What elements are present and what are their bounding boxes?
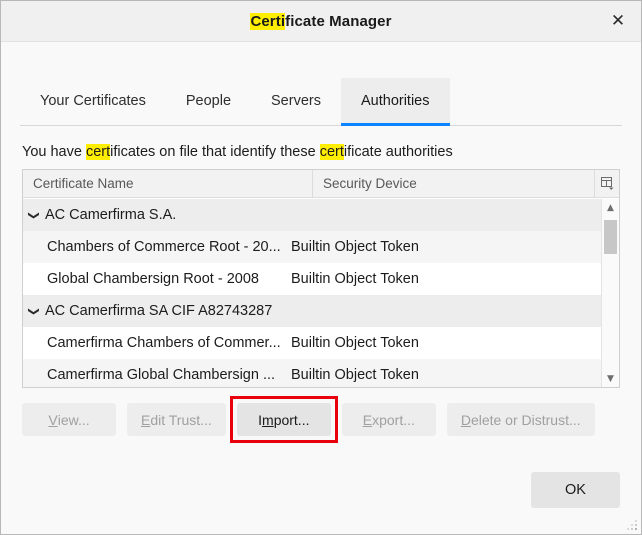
certificate-tree: Certificate Name Security Device ❯ AC Ca…	[22, 169, 620, 388]
cell-certificate-name: Global Chambersign Root - 2008	[23, 271, 291, 287]
table-row-group[interactable]: ❯ AC Camerfirma S.A.	[23, 199, 601, 231]
delete-or-distrust-button-wrap: Delete or Distrust...	[447, 403, 595, 436]
view-button[interactable]: View...	[22, 403, 116, 436]
dialog-title-highlight: Certi	[250, 13, 285, 30]
resize-grip-icon[interactable]	[627, 520, 638, 531]
table-row-group[interactable]: ❯ AC Camerfirma SA CIF A82743287	[23, 295, 601, 327]
cell-security-device: Builtin Object Token	[291, 271, 601, 287]
delete-or-distrust-button[interactable]: Delete or Distrust...	[447, 403, 595, 436]
dialog-footer: OK	[531, 472, 620, 508]
delete-button-accel: D	[461, 412, 471, 428]
description-part-1: You have	[22, 144, 86, 160]
edit-trust-button-wrap: Edit Trust...	[127, 403, 226, 436]
view-button-accel: V	[48, 412, 57, 428]
table-row[interactable]: Camerfirma Global Chambersign ... Builti…	[23, 359, 601, 387]
edit-trust-button[interactable]: Edit Trust...	[127, 403, 226, 436]
export-button-post: xport...	[372, 412, 415, 428]
action-button-row: View... Edit Trust... Import... Export..…	[1, 388, 641, 436]
cell-certificate-name: AC Camerfirma SA CIF A82743287	[45, 303, 278, 319]
dialog-title: Certificate Manager	[250, 13, 391, 30]
table-row[interactable]: Camerfirma Chambers of Commer... Builtin…	[23, 327, 601, 359]
edit-trust-button-post: dit Trust...	[150, 412, 211, 428]
cell-certificate-name: Chambers of Commerce Root - 20...	[23, 239, 291, 255]
tabstrip-container: Your Certificates People Servers Authori…	[1, 42, 641, 126]
tab-your-certificates[interactable]: Your Certificates	[20, 78, 166, 125]
tab-authorities[interactable]: Authorities	[341, 78, 450, 125]
chevron-down-icon[interactable]: ▼	[602, 370, 619, 387]
import-button-accel: m	[262, 412, 274, 428]
column-picker-icon[interactable]	[594, 170, 619, 198]
chevron-down-icon[interactable]: ❯	[28, 300, 41, 322]
cell-security-device: Builtin Object Token	[291, 239, 601, 255]
certificate-tree-header: Certificate Name Security Device	[23, 170, 619, 198]
tabstrip: Your Certificates People Servers Authori…	[20, 78, 622, 126]
description-part-3: ificate authorities	[344, 144, 453, 160]
certificate-manager-dialog: Certificate Manager ✕ Your Certificates …	[0, 0, 642, 535]
close-icon[interactable]: ✕	[601, 5, 635, 37]
view-button-wrap: View...	[22, 403, 116, 436]
description-part-2: ificates on file that identify these	[110, 144, 320, 160]
table-row[interactable]: Chambers of Commerce Root - 20... Builti…	[23, 231, 601, 263]
cell-certificate-name: Camerfirma Chambers of Commer...	[23, 335, 291, 351]
scrollbar-thumb[interactable]	[604, 220, 617, 254]
cell-security-device: Builtin Object Token	[291, 335, 601, 351]
cell-certificate-name: Camerfirma Global Chambersign ...	[23, 367, 291, 383]
chevron-up-icon[interactable]: ▲	[602, 199, 619, 216]
delete-button-post: elete or Distrust...	[471, 412, 581, 428]
chevron-down-icon[interactable]: ❯	[28, 204, 41, 226]
export-button-wrap: Export...	[342, 403, 436, 436]
dialog-title-suffix: ficate Manager	[285, 13, 391, 30]
column-header-certificate-name[interactable]: Certificate Name	[23, 170, 313, 198]
tab-people[interactable]: People	[166, 78, 251, 125]
cell-security-device: Builtin Object Token	[291, 367, 601, 383]
column-header-security-device[interactable]: Security Device	[313, 170, 594, 198]
export-button[interactable]: Export...	[342, 403, 436, 436]
vertical-scrollbar[interactable]: ▲ ▼	[601, 199, 619, 387]
dialog-titlebar: Certificate Manager ✕	[1, 1, 641, 42]
description-highlight-2: cert	[320, 144, 344, 160]
import-button-wrap: Import...	[237, 403, 331, 436]
cell-certificate-name: AC Camerfirma S.A.	[45, 207, 182, 223]
table-row[interactable]: Global Chambersign Root - 2008 Builtin O…	[23, 263, 601, 295]
view-button-post: iew...	[58, 412, 90, 428]
import-button-post: port...	[274, 412, 310, 428]
certificate-tree-body: ❯ AC Camerfirma S.A. Chambers of Commerc…	[23, 199, 601, 387]
description-text: You have certificates on file that ident…	[1, 126, 641, 169]
export-button-accel: E	[363, 412, 372, 428]
import-button[interactable]: Import...	[237, 403, 331, 436]
edit-trust-button-accel: E	[141, 412, 150, 428]
ok-button[interactable]: OK	[531, 472, 620, 508]
tab-servers[interactable]: Servers	[251, 78, 341, 125]
description-highlight-1: cert	[86, 144, 110, 160]
